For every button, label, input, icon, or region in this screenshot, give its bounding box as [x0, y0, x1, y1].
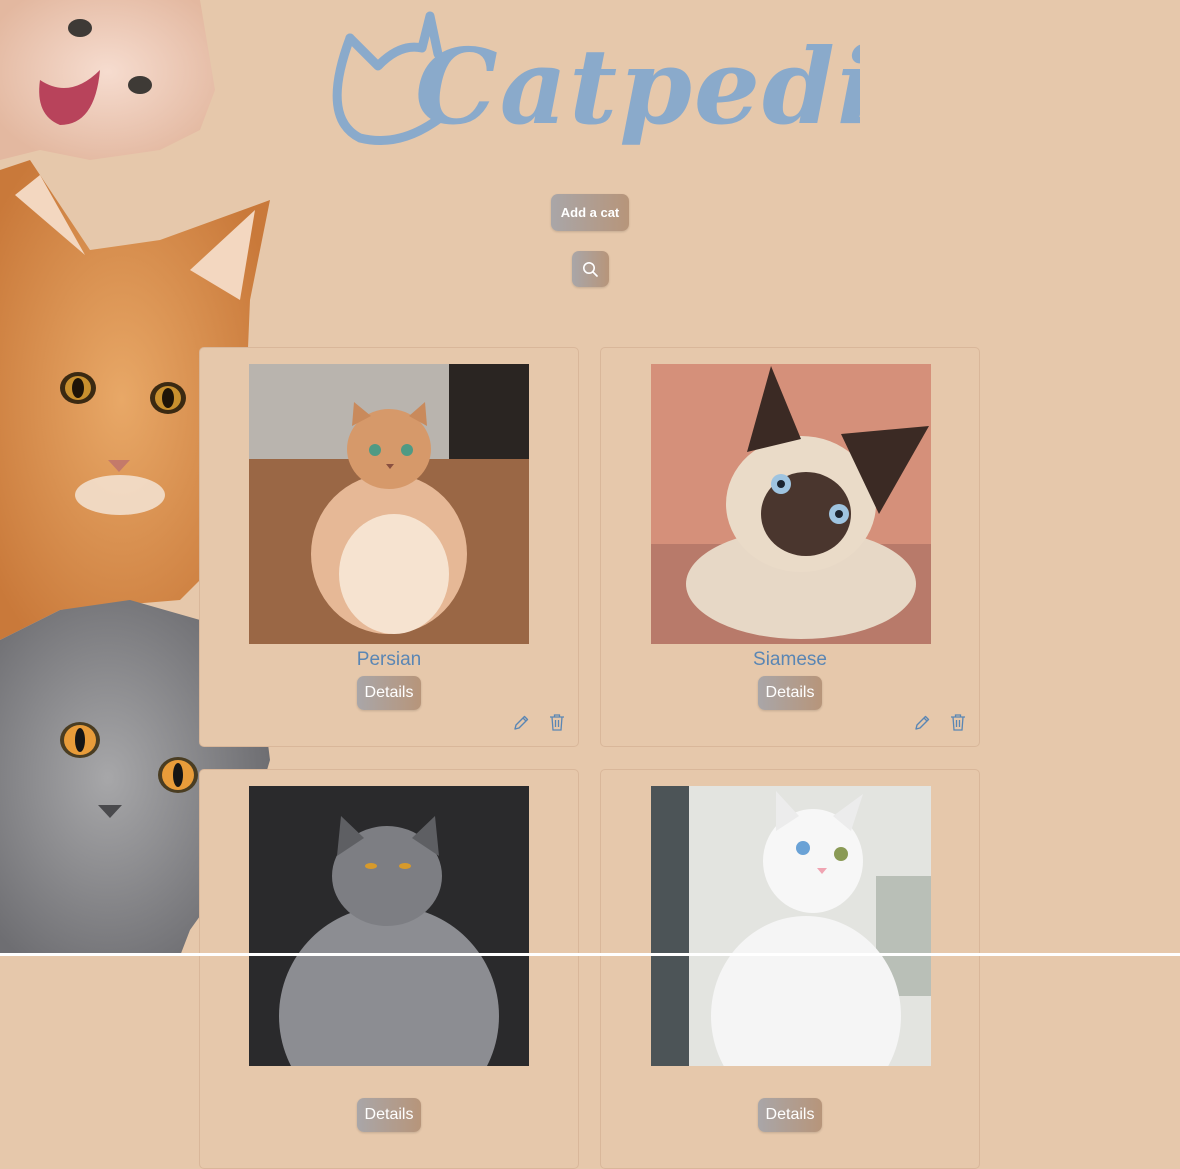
details-button[interactable]: Details: [357, 1098, 421, 1132]
catpedia-logo[interactable]: Catpedia: [330, 8, 860, 173]
trash-icon[interactable]: [549, 713, 565, 731]
search-button[interactable]: [572, 251, 609, 287]
logo-text: Catpedia: [415, 25, 860, 148]
pencil-icon[interactable]: [913, 714, 931, 732]
details-button[interactable]: Details: [758, 1098, 822, 1132]
trash-icon[interactable]: [950, 713, 966, 731]
cat-photo-white: [651, 786, 931, 1066]
cat-photo-siamese: [651, 364, 931, 644]
cat-name: Persian: [356, 649, 422, 670]
cat-photo-persian: [249, 364, 529, 644]
details-button[interactable]: Details: [357, 676, 421, 710]
cat-name: Siamese: [753, 649, 827, 670]
pencil-icon[interactable]: [512, 714, 530, 732]
cat-card: Details: [199, 769, 579, 1169]
cat-card: Details: [600, 769, 980, 1169]
add-cat-button[interactable]: Add a cat: [551, 194, 629, 231]
cat-card: Persian Details: [199, 347, 579, 747]
cat-card: Siamese Details: [600, 347, 980, 747]
cat-photo-grey: [249, 786, 529, 1066]
details-button[interactable]: Details: [758, 676, 822, 710]
search-icon: [583, 261, 598, 277]
